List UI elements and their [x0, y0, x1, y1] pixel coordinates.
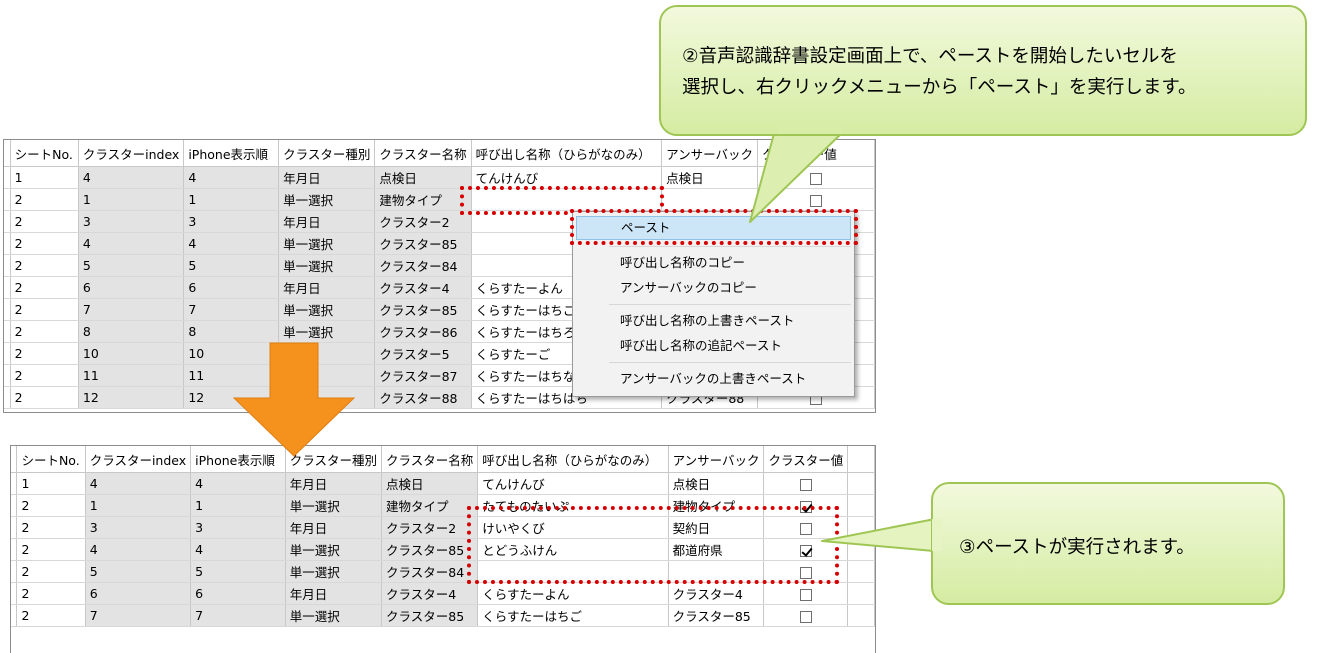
bottom-callout-tail: [821, 516, 946, 553]
bottom-callout-joint: [932, 519, 942, 551]
top-callout-joint: [778, 124, 842, 134]
bottom-callout-text: ③ペーストが実行されます。: [959, 537, 1195, 558]
top-callout-tail: [749, 129, 846, 223]
top-callout: ②音声認識辞書設定画面上で、ペーストを開始したいセルを 選択し、右クリックメニュ…: [659, 5, 1307, 136]
top-callout-line1: ②音声認識辞書設定画面上で、ペーストを開始したいセルを: [682, 46, 1178, 67]
down-arrow-icon: [232, 342, 356, 457]
bottom-callout: ③ペーストが実行されます。: [931, 482, 1285, 605]
top-callout-line2: 選択し、右クリックメニューから「ペースト」を実行します。: [682, 77, 1197, 98]
